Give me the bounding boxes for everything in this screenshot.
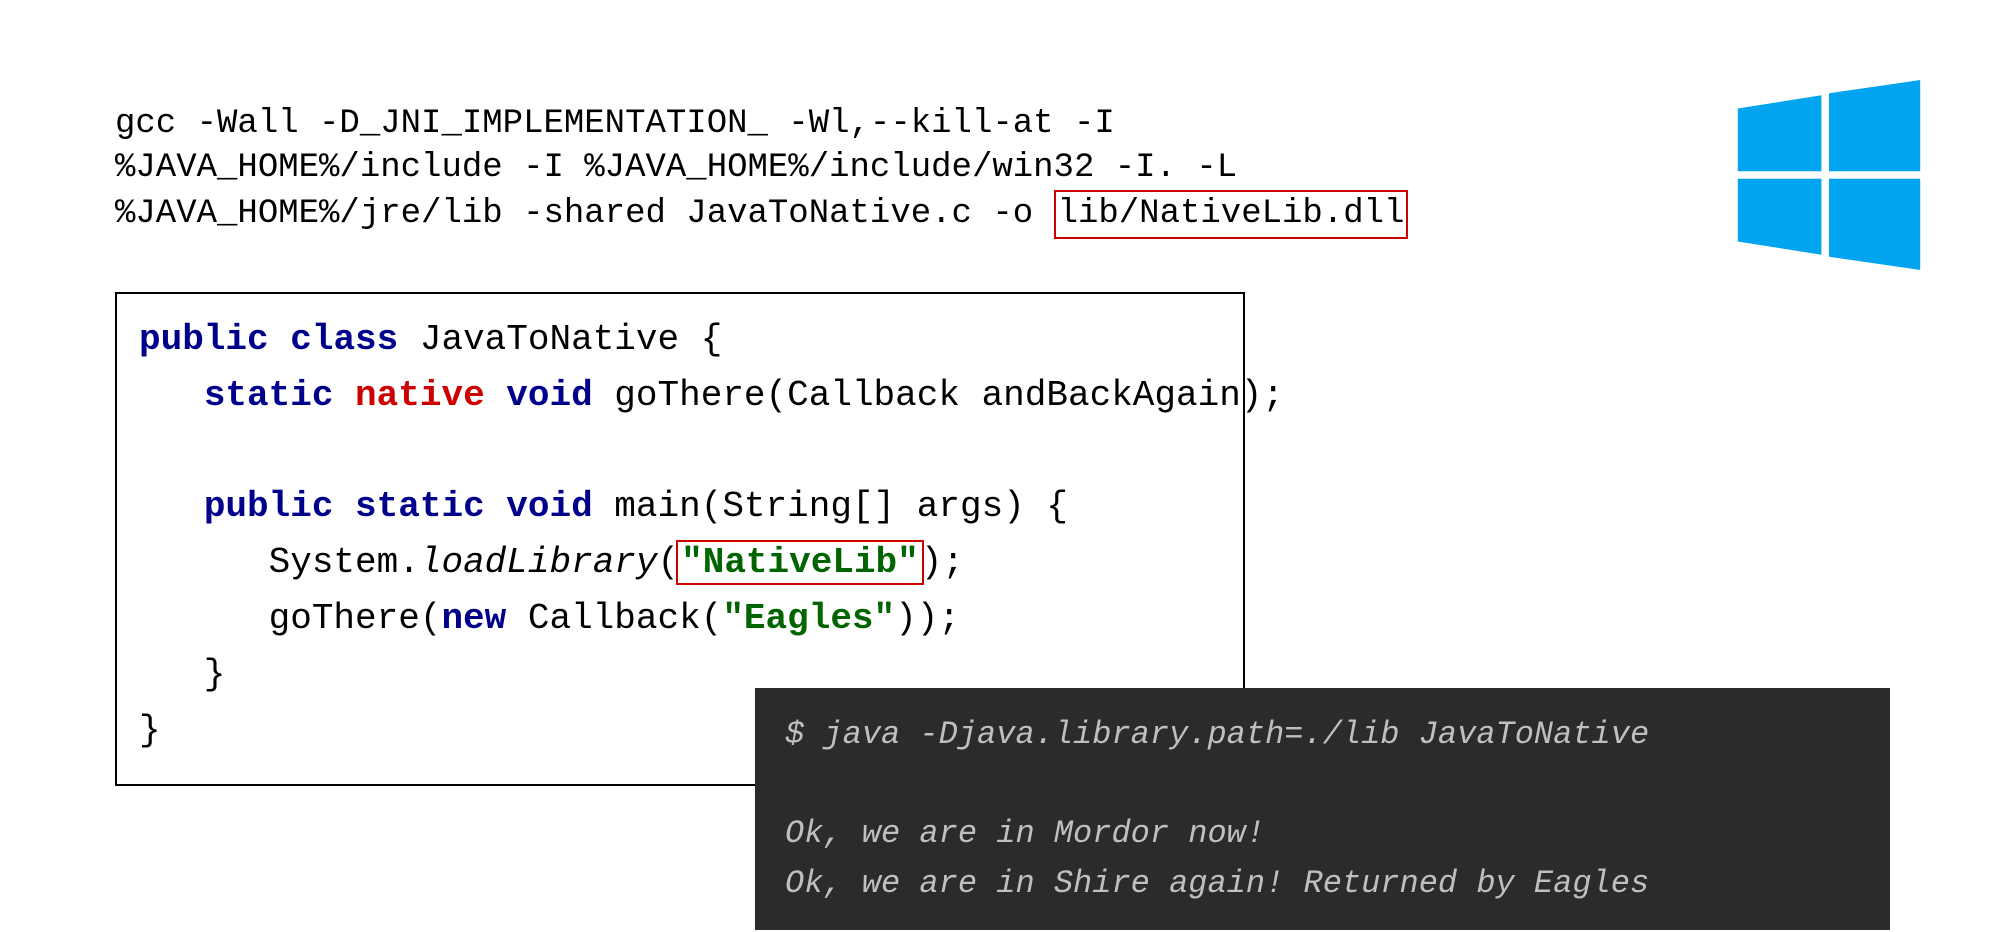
- gcc-line-3-pre: %JAVA_HOME%/jre/lib -shared JavaToNative…: [115, 195, 1054, 233]
- kw-static: static: [204, 375, 334, 416]
- java-l2-rest: goThere(Callback andBackAgain);: [593, 375, 1284, 416]
- kw-native: native: [355, 375, 485, 416]
- kw-public: public: [139, 319, 269, 360]
- kw-public: public: [204, 486, 334, 527]
- java-l6-mid: Callback(: [506, 598, 722, 639]
- indent: [139, 375, 204, 416]
- terminal-output: $ java -Djava.library.path=./lib JavaToN…: [755, 688, 1890, 930]
- native-lib-string-highlight: "NativeLib": [676, 540, 924, 585]
- windows-logo-icon: [1734, 80, 1924, 270]
- kw-class: class: [290, 319, 398, 360]
- terminal-line-4: Ok, we are in Shire again! Returned by E…: [785, 865, 1649, 902]
- gcc-command-block: gcc -Wall -D_JNI_IMPLEMENTATION_ -Wl,--k…: [115, 102, 1408, 239]
- terminal-line-1: $ java -Djava.library.path=./lib JavaToN…: [785, 716, 1649, 753]
- java-l4-rest: main(String[] args) {: [593, 486, 1068, 527]
- gcc-line-1: gcc -Wall -D_JNI_IMPLEMENTATION_ -Wl,--k…: [115, 105, 1115, 143]
- eagles-string: "Eagles": [722, 598, 895, 639]
- java-l7: }: [139, 654, 225, 695]
- java-l1-rest: JavaToNative {: [398, 319, 722, 360]
- terminal-line-3: Ok, we are in Mordor now!: [785, 815, 1265, 852]
- java-load-library: loadLibrary: [420, 542, 658, 583]
- kw-void: void: [506, 375, 592, 416]
- java-l6-post: ));: [895, 598, 960, 639]
- kw-new: new: [441, 598, 506, 639]
- java-l8: }: [139, 710, 161, 751]
- java-l5-pre: System.: [139, 542, 420, 583]
- kw-void: void: [506, 486, 592, 527]
- kw-static: static: [355, 486, 485, 527]
- indent: [139, 486, 204, 527]
- gcc-output-highlight: lib/NativeLib.dll: [1054, 190, 1409, 238]
- java-l6-pre: goThere(: [139, 598, 441, 639]
- gcc-line-2: %JAVA_HOME%/include -I %JAVA_HOME%/inclu…: [115, 149, 1237, 187]
- java-l5-post: );: [921, 542, 964, 583]
